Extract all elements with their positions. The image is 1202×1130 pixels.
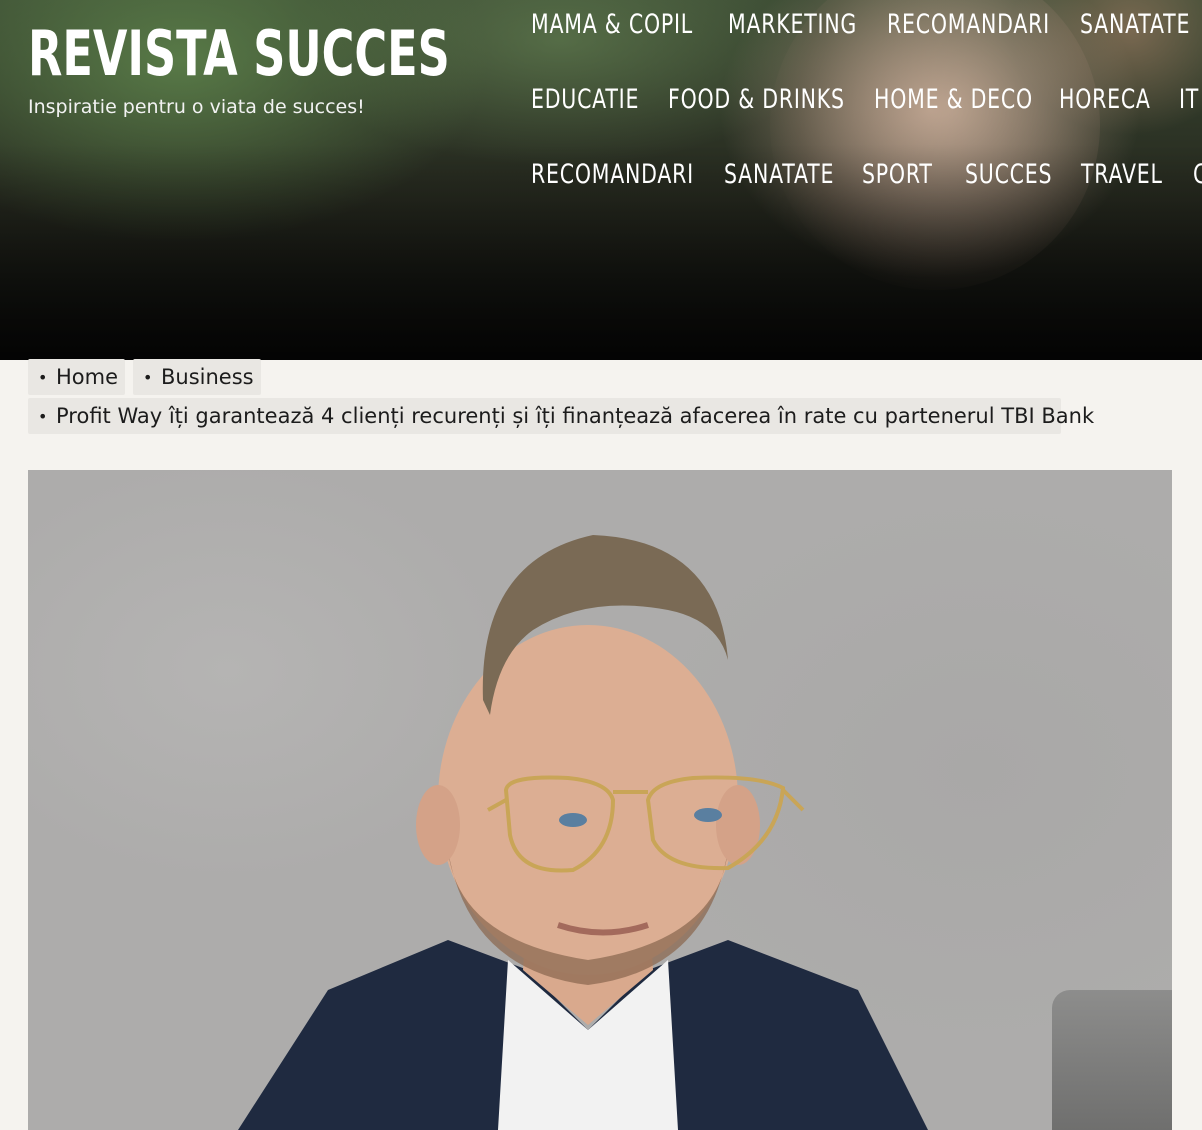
breadcrumb-home[interactable]: • Home: [28, 359, 125, 395]
main-navigation: MAMA & COPIL MARKETING RECOMANDARI SANAT…: [531, 0, 1202, 230]
portrait-illustration: [238, 535, 928, 1130]
nav-item-recomandari-2[interactable]: RECOMANDARI: [531, 150, 694, 200]
nav-item-sanatate[interactable]: SANATATE: [1080, 0, 1190, 50]
nav-item-food-drinks[interactable]: FOOD & DRINKS: [668, 75, 845, 125]
breadcrumb-home-label: Home: [56, 365, 119, 389]
nav-item-sanatate-2[interactable]: SANATATE: [724, 150, 834, 200]
nav-item-marketing[interactable]: MARKETING: [728, 0, 857, 50]
site-header: REVISTA SUCCES Inspiratie pentru o viata…: [0, 0, 1202, 360]
breadcrumb-category[interactable]: • Business: [133, 359, 261, 395]
nav-item-it[interactable]: IT: [1179, 75, 1199, 125]
nav-item-horeca[interactable]: HORECA: [1059, 75, 1151, 125]
brand: REVISTA SUCCES Inspiratie pentru o viata…: [28, 10, 614, 118]
featured-image: [28, 470, 1172, 1130]
nav-item-educatie[interactable]: EDUCATIE: [531, 75, 639, 125]
nav-item-mama-copil[interactable]: MAMA & COPIL: [531, 0, 693, 50]
bullet-icon: •: [38, 368, 48, 387]
bullet-icon: •: [143, 368, 153, 387]
nav-item-recomandari[interactable]: RECOMANDARI: [887, 0, 1050, 50]
site-tagline: Inspiratie pentru o viata de succes!: [28, 96, 365, 118]
bullet-icon: •: [38, 407, 48, 426]
site-title-link[interactable]: REVISTA SUCCES: [28, 10, 450, 98]
nav-item-sport[interactable]: SPORT: [862, 150, 933, 200]
breadcrumb-category-label: Business: [161, 365, 254, 389]
nav-item-home-deco[interactable]: HOME & DECO: [874, 75, 1033, 125]
breadcrumb-current: • Profit Way îți garantează 4 clienți rec…: [28, 398, 1094, 434]
breadcrumb-current-label: Profit Way îți garantează 4 clienți recu…: [56, 404, 1095, 428]
nav-item-succes[interactable]: SUCCES: [965, 150, 1052, 200]
nav-item-truncated[interactable]: C: [1193, 150, 1202, 200]
nav-item-travel[interactable]: TRAVEL: [1081, 150, 1163, 200]
